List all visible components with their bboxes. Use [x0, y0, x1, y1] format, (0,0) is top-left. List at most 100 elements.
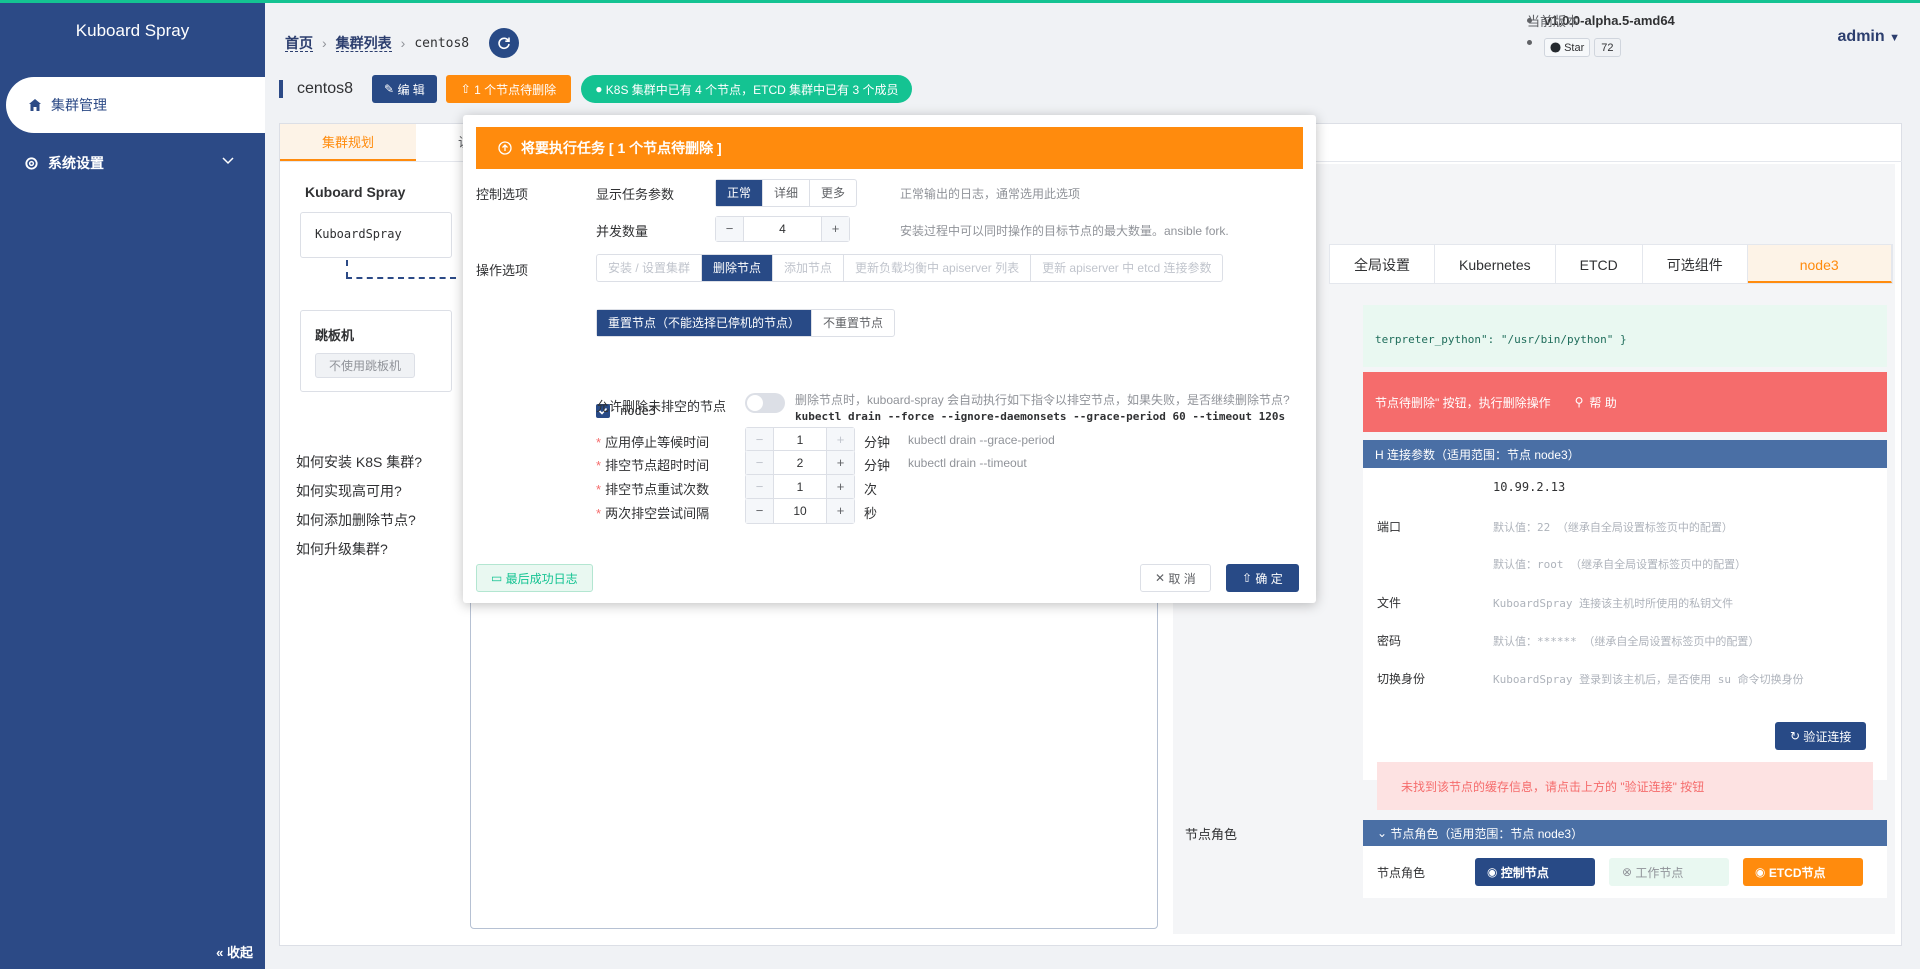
confirm-button[interactable]: ⇧ 确 定 [1226, 564, 1299, 592]
verbosity-selector: 正常 详细 更多 [715, 179, 858, 207]
drain-retries-input[interactable]: 1 [774, 475, 826, 499]
help-link[interactable]: 如何实现高可用? [296, 477, 422, 506]
param-unit: 分钟 [864, 435, 891, 450]
node-tabs: 全局设置 Kubernetes ETCD 可选组件 node3 [1329, 244, 1893, 284]
reset-selector: 重置节点（不能选择已停机的节点） 不重置节点 [596, 309, 896, 337]
password-label: 密码 [1377, 634, 1402, 648]
cloud-upload-icon: ⇧ [1242, 571, 1256, 585]
check-circle-icon: ◉ [1755, 865, 1769, 879]
refresh-icon: ↻ [1790, 729, 1804, 743]
pending-label: 1 个节点待删除 [474, 82, 557, 97]
sidebar-collapse-button[interactable]: « 收起 [216, 942, 253, 961]
help-links: 如何安装 K8S 集群? 如何实现高可用? 如何添加删除节点? 如何升级集群? [296, 448, 422, 564]
verbosity-more[interactable]: 更多 [810, 180, 856, 206]
ssh-form: 10.99.2.13 端口 默认值：22 （继承自全局设置标签页中的配置） 默认值… [1363, 468, 1887, 810]
role-section-header[interactable]: ⌄ 节点角色（适用范围：节点 node3） [1363, 820, 1887, 846]
operation-update-lb[interactable]: 更新负载均衡中 apiserver 列表 [844, 255, 1032, 281]
tab-cluster-plan[interactable]: 集群规划 [280, 124, 417, 161]
bullet-icon [1527, 39, 1532, 45]
help-link[interactable]: 如何升级集群? [296, 535, 422, 564]
sidebar-item-cluster-management[interactable]: 集群管理 [6, 77, 265, 133]
fork-label: 并发数量 [596, 224, 649, 239]
become-label: 切换身份 [1377, 672, 1426, 686]
breadcrumb-cluster-list[interactable]: 集群列表 [335, 35, 392, 52]
reset-node-option[interactable]: 重置节点（不能选择已停机的节点） [597, 310, 813, 336]
role-etcd-button[interactable]: ◉ ETCD节点 [1743, 858, 1864, 886]
increment-button[interactable]: + [826, 475, 854, 499]
operation-add-node[interactable]: 添加节点 [773, 255, 845, 281]
become-field[interactable]: KuboardSpray 登录到该主机后，是否使用 su 命令切换身份 [1493, 671, 1804, 687]
ip-field[interactable]: 10.99.2.13 [1493, 480, 1565, 494]
drain-interval-input[interactable]: 10 [774, 499, 826, 523]
decrement-button[interactable]: − [716, 217, 744, 241]
kuboard-spray-node[interactable]: KuboardSpray [300, 212, 452, 258]
tab-etcd[interactable]: ETCD [1556, 245, 1643, 283]
decrement-button[interactable]: − [746, 428, 774, 452]
decrement-button[interactable]: − [746, 451, 774, 475]
edit-button[interactable]: ✎ 编 辑 [372, 75, 437, 103]
tab-node3[interactable]: node3 [1747, 245, 1892, 283]
refresh-button[interactable] [489, 28, 520, 58]
operation-remove-node[interactable]: 删除节点 [702, 255, 774, 281]
app-title: Kuboard Spray [75, 21, 190, 40]
param-label: * 两次排空尝试间隔 [596, 506, 710, 521]
cloud-upload-icon: ⇧ [460, 82, 475, 96]
verbosity-normal[interactable]: 正常 [716, 180, 764, 206]
user-menu[interactable]: admin ▼ [1838, 28, 1900, 46]
version-info: 当前版本 v1.0.0-alpha.5-amd64 Star 72 [1527, 9, 1675, 57]
pending-delete-button[interactable]: ⇧ 1 个节点待删除 [445, 75, 572, 103]
version-label: 当前版本 [1527, 13, 1580, 29]
param-hint: kubectl drain --timeout [908, 456, 1027, 470]
help-link[interactable]: 如何安装 K8S 集群? [296, 448, 422, 477]
log-label: 最后成功日志 [505, 571, 578, 586]
help-link[interactable]: 帮 助 [1589, 394, 1616, 411]
jump-host-tag: 不使用跳板机 [315, 353, 416, 378]
allow-undrained-label: 允许删除未排空的节点 [596, 399, 727, 414]
ssh-section-header[interactable]: H 连接参数（适用范围：节点 node3） [1363, 440, 1887, 468]
status-label: K8S 集群中已有 4 个节点，ETCD 集群中已有 3 个成员 [605, 82, 899, 97]
drain-command: kubectl drain --force --ignore-daemonset… [795, 410, 1286, 423]
github-icon [1550, 42, 1561, 53]
verify-connection-button[interactable]: ↻ 验证连接 [1775, 722, 1867, 750]
fork-stepper: − 4 + [715, 216, 850, 242]
increment-button[interactable]: + [826, 499, 854, 523]
breadcrumb-home[interactable]: 首页 [285, 35, 313, 52]
tab-kubernetes[interactable]: Kubernetes [1435, 245, 1556, 283]
tab-global-settings[interactable]: 全局设置 [1330, 245, 1435, 283]
folder-icon: ▭ [491, 571, 506, 585]
sidebar: Kuboard Spray 集群管理 系统设置 « 收起 [0, 3, 265, 969]
last-success-log-button[interactable]: ▭ 最后成功日志 [476, 564, 593, 592]
drain-timeout-input[interactable]: 2 [774, 451, 826, 475]
jump-host-node[interactable]: 跳板机 不使用跳板机 [300, 310, 452, 392]
keyfile-field[interactable]: KuboardSpray 连接该主机时所使用的私钥文件 [1493, 595, 1733, 611]
help-link[interactable]: 如何添加删除节点? [296, 506, 422, 535]
password-field[interactable]: 默认值：****** （继承自全局设置标签页中的配置） [1493, 633, 1759, 649]
increment-button[interactable]: + [826, 451, 854, 475]
operation-install[interactable]: 安装 / 设置集群 [597, 255, 703, 281]
tab-optional-components[interactable]: 可选组件 [1643, 245, 1748, 283]
role-control-plane-button[interactable]: ◉ 控制节点 [1475, 858, 1596, 886]
github-star-button[interactable]: Star [1544, 38, 1591, 57]
port-field[interactable]: 默认值：22 （继承自全局设置标签页中的配置） [1493, 519, 1733, 535]
increment-button[interactable]: + [821, 217, 849, 241]
star-count[interactable]: 72 [1594, 38, 1621, 57]
allow-undrained-toggle[interactable] [745, 393, 785, 413]
operation-update-etcd[interactable]: 更新 apiserver 中 etcd 连接参数 [1031, 255, 1222, 281]
cancel-button[interactable]: ✕ 取 消 [1140, 564, 1211, 592]
sidebar-item-system-settings[interactable]: 系统设置 [0, 143, 265, 183]
user-name: admin [1837, 28, 1885, 45]
fork-input[interactable]: 4 [744, 217, 821, 241]
grace-period-input[interactable]: 1 [774, 428, 826, 452]
delete-alert-text: 节点待删除" 按钮，执行删除操作 [1375, 395, 1551, 410]
role-worker-button[interactable]: ⊗ 工作节点 [1609, 858, 1730, 886]
inventory-preview: terpreter_python": "/usr/bin/python" } [1363, 305, 1887, 367]
role-label: ETCD节点 [1768, 865, 1826, 880]
drain-timeout-stepper: − 2 + [745, 450, 855, 476]
no-reset-node-option[interactable]: 不重置节点 [812, 310, 894, 336]
decrement-button[interactable]: − [746, 499, 774, 523]
decrement-button[interactable]: − [746, 475, 774, 499]
verbosity-detail[interactable]: 详细 [763, 180, 811, 206]
chevron-right-icon: › [400, 35, 406, 51]
user-field[interactable]: 默认值：root （继承自全局设置标签页中的配置） [1493, 556, 1746, 572]
increment-button[interactable]: + [826, 428, 854, 452]
